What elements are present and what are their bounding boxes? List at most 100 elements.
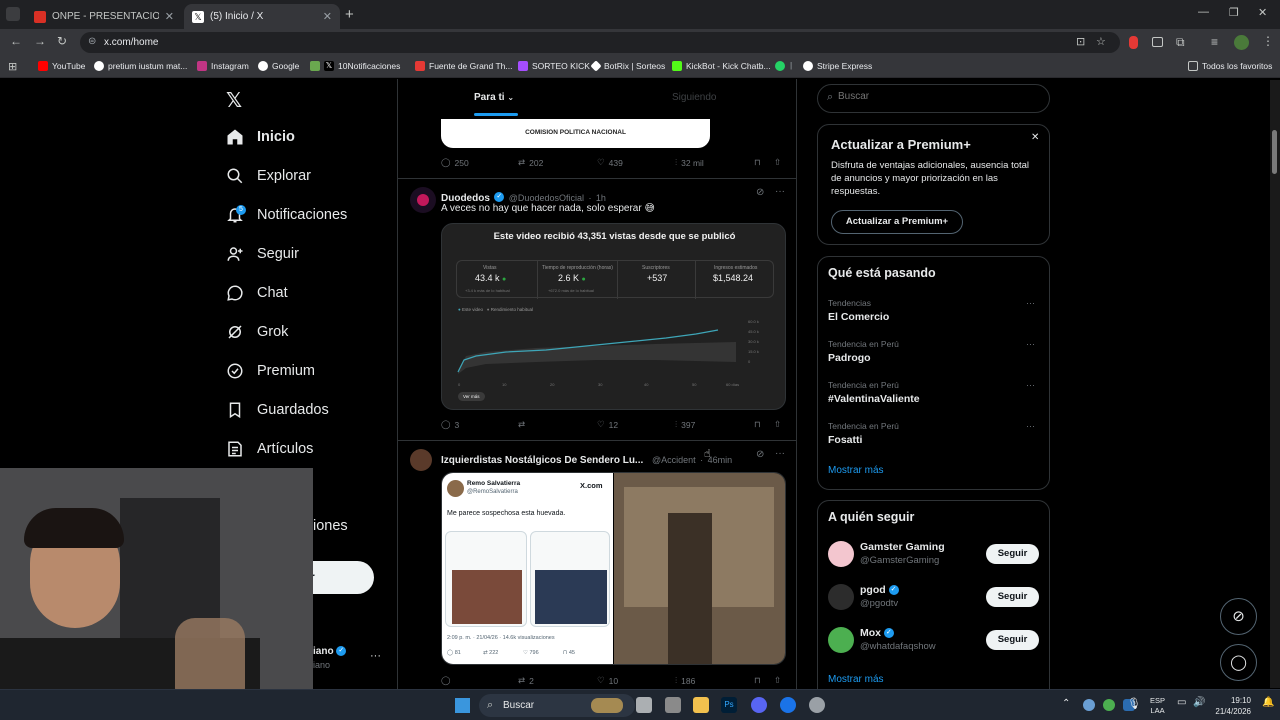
trend-item[interactable]: Tendencia en Perú Fosatti ··· <box>828 421 1040 446</box>
trend-more-icon[interactable]: ··· <box>1026 298 1035 308</box>
scrollbar-thumb[interactable] <box>1272 130 1277 174</box>
profile-avatar[interactable] <box>1234 35 1249 50</box>
forward-icon[interactable]: → <box>34 34 46 48</box>
bookmark-stripe[interactable]: Stripe Express <box>803 61 872 71</box>
reply-button[interactable]: ◯ 3 <box>441 419 459 430</box>
bookmark-botrix[interactable]: BotRix | Sorteos <box>590 60 665 72</box>
nav-more-partial[interactable]: iones <box>313 518 348 534</box>
menu-kebab-icon[interactable]: ⋮ <box>1262 34 1274 48</box>
search-input[interactable] <box>838 91 1038 102</box>
extensions-puzzle-icon[interactable]: ⧉ <box>1176 35 1185 50</box>
avatar[interactable] <box>828 627 854 653</box>
reply-button[interactable]: ◯ <box>441 675 455 686</box>
post-image[interactable]: COMISION POLITICA NACIONAL <box>441 119 710 148</box>
nav-explorar[interactable]: Explorar <box>226 167 311 185</box>
app-icon[interactable] <box>665 697 681 713</box>
author-handle[interactable]: @DuodedosOficial <box>509 193 584 203</box>
views-button[interactable]: ⫶ 32 mil <box>675 157 704 168</box>
avatar[interactable] <box>828 541 854 567</box>
more-options-icon[interactable]: ··· <box>775 448 785 459</box>
share-button[interactable]: ⇧ <box>774 675 781 686</box>
close-tab-icon[interactable]: ✕ <box>165 10 174 23</box>
repost-button[interactable]: ⇄ 2 <box>518 675 534 686</box>
bookmark-button[interactable]: ⊓ <box>754 675 761 686</box>
bookmark-button[interactable]: ⊓ <box>754 419 761 430</box>
upgrade-premium-button[interactable]: Actualizar a Premium+ <box>831 210 963 234</box>
bookmark-youtube[interactable]: YouTube <box>38 61 85 71</box>
chrome-icon[interactable] <box>780 697 796 713</box>
new-tab-icon[interactable]: + <box>345 6 354 23</box>
author-handle[interactable]: @Accident <box>652 455 696 465</box>
grok-post-icon[interactable]: ⊘ <box>756 187 764 198</box>
grok-float-icon[interactable]: ⊘ <box>1220 598 1257 635</box>
like-button[interactable]: ♡ 12 <box>597 419 618 430</box>
repost-button[interactable]: ⇄ <box>518 419 529 430</box>
back-icon[interactable]: ← <box>10 34 22 48</box>
tray-app-icon[interactable] <box>1103 699 1115 711</box>
tray-expand-icon[interactable]: ⌃ <box>1062 698 1070 709</box>
bookmark-kickbot[interactable]: KickBot - Kick Chatb... <box>672 61 771 71</box>
tab-onpe[interactable]: ONPE - PRESENTACIÓN DE RES ✕ <box>26 4 182 29</box>
nav-seguir[interactable]: Seguir <box>226 245 299 263</box>
bookmark-instagram[interactable]: Instagram <box>197 61 249 71</box>
volume-icon[interactable]: 🔊 <box>1193 697 1205 708</box>
follow-button[interactable]: Seguir <box>986 630 1039 650</box>
post-media[interactable]: Remo Salvatierra @RemoSalvatierra X.com … <box>441 472 786 665</box>
notifications-icon[interactable]: 🔔 <box>1262 697 1274 708</box>
site-info-icon[interactable]: ⊜ <box>88 36 96 47</box>
apps-grid-icon[interactable]: ⊞ <box>8 60 17 73</box>
reload-icon[interactable]: ↻ <box>57 34 67 48</box>
follow-button[interactable]: Seguir <box>986 544 1039 564</box>
avatar[interactable] <box>828 584 854 610</box>
follow-show-more-link[interactable]: Mostrar más <box>828 674 884 685</box>
trend-item[interactable]: Tendencias El Comercio ··· <box>828 298 1040 323</box>
nav-chat[interactable]: Chat <box>226 284 288 302</box>
network-icon[interactable]: ▭ <box>1177 697 1186 708</box>
address-bar[interactable]: ⊜ x.com/home ⊡ ☆ <box>80 32 1120 53</box>
app-icon[interactable] <box>809 697 825 713</box>
like-button[interactable]: ♡ 10 <box>597 675 618 686</box>
trend-more-icon[interactable]: ··· <box>1026 421 1035 431</box>
whatsapp-icon[interactable] <box>775 61 785 71</box>
bookmark-button[interactable]: ⊓ <box>754 157 761 168</box>
bookmark-sorteo-kick[interactable]: SORTEO KICK <box>518 61 590 71</box>
chat-float-icon[interactable]: ◯ <box>1220 644 1257 681</box>
tab-para-ti[interactable]: Para ti ⌄ <box>474 92 514 103</box>
close-icon[interactable]: ✕ <box>1031 132 1039 143</box>
all-bookmarks-folder[interactable]: Todos los favoritos <box>1188 61 1272 71</box>
task-view-icon[interactable] <box>636 697 652 713</box>
more-options-icon[interactable]: ··· <box>775 186 785 197</box>
tab-x-home[interactable]: 𝕏 (5) Inicio / X ✕ <box>184 4 340 29</box>
views-button[interactable]: ⫶ 397 <box>675 419 695 430</box>
account-menu-icon[interactable]: ··· <box>370 650 381 662</box>
microphone-icon[interactable]: 🎙 <box>1127 697 1141 710</box>
close-window-icon[interactable]: ✕ <box>1258 6 1267 19</box>
minimize-icon[interactable]: — <box>1198 6 1209 18</box>
photoshop-icon[interactable]: Ps <box>721 697 737 713</box>
extension-red-icon[interactable] <box>1129 36 1138 49</box>
trends-show-more-link[interactable]: Mostrar más <box>828 465 884 476</box>
bookmark-google[interactable]: Google <box>258 61 299 71</box>
follow-user[interactable]: Mox ✓ @whatdafaqshow <box>860 627 936 652</box>
bookmark-grand-theft[interactable]: Fuente de Grand Th... <box>415 61 512 71</box>
repost-button[interactable]: ⇄ 202 <box>518 157 543 168</box>
post-time[interactable]: 46min <box>708 455 733 465</box>
bookmark-10notificaciones[interactable]: 𝕏 10Notificaciones <box>310 61 400 71</box>
trend-more-icon[interactable]: ··· <box>1026 380 1035 390</box>
clock[interactable]: 19:10 21/4/2026 <box>1213 695 1251 717</box>
trend-more-icon[interactable]: ··· <box>1026 339 1035 349</box>
post-time[interactable]: 1h <box>596 193 606 203</box>
views-button[interactable]: ⫶ 186 <box>675 675 695 686</box>
grok-post-icon[interactable]: ⊘ <box>756 449 764 460</box>
install-icon[interactable]: ⊡ <box>1076 35 1085 48</box>
language-indicator[interactable]: ESP LAA <box>1150 696 1165 716</box>
windows-start-icon[interactable] <box>455 698 470 713</box>
discord-icon[interactable] <box>751 697 767 713</box>
reading-list-icon[interactable]: ≡ <box>1211 35 1218 49</box>
nav-guardados[interactable]: Guardados <box>226 401 329 419</box>
trend-item[interactable]: Tendencia en Perú #ValentinaValiente ··· <box>828 380 1040 405</box>
bookmark-star-icon[interactable]: ☆ <box>1096 35 1106 48</box>
follow-button[interactable]: Seguir <box>986 587 1039 607</box>
like-button[interactable]: ♡ 439 <box>597 157 623 168</box>
nav-grok[interactable]: Grok <box>226 323 288 341</box>
